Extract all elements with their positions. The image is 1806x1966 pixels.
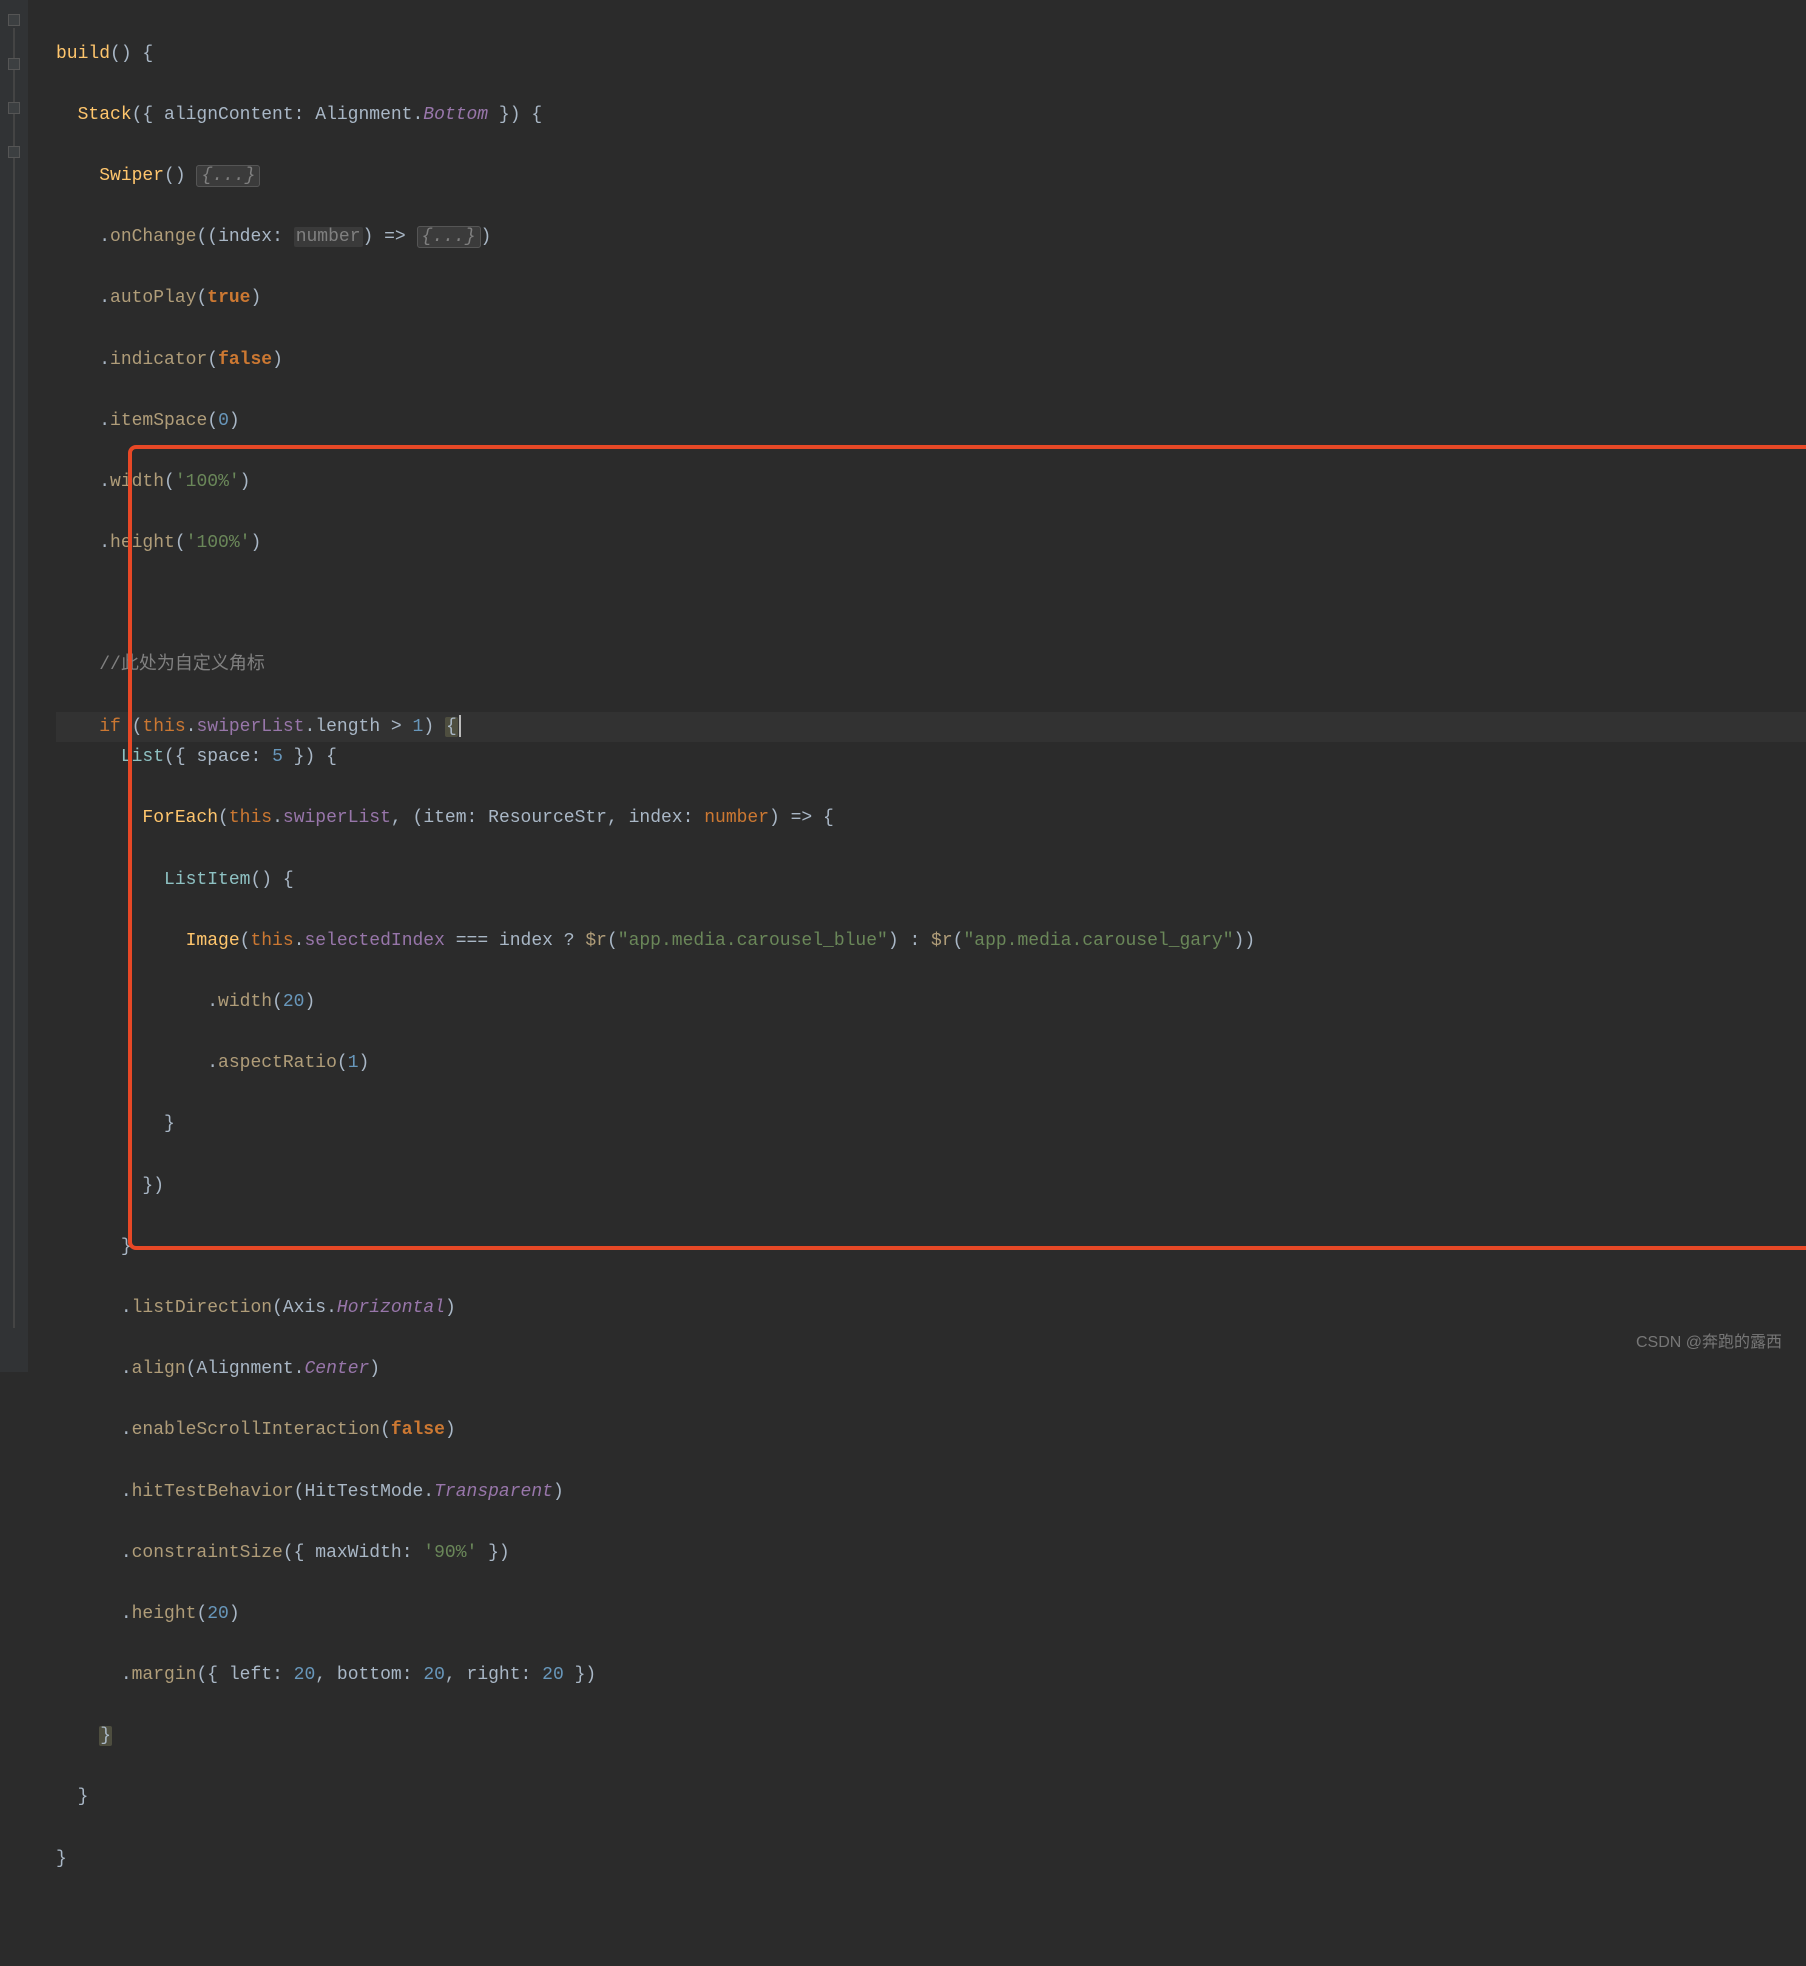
folded-region[interactable]: {...} xyxy=(417,226,481,248)
code-line: }) xyxy=(56,1171,1806,1202)
code-line: .enableScrollInteraction(false) xyxy=(56,1415,1806,1446)
gutter[interactable] xyxy=(0,0,28,1372)
code-line: } xyxy=(56,1109,1806,1140)
code-line xyxy=(56,589,1806,620)
code-line: .width('100%') xyxy=(56,467,1806,498)
code-line: .height(20) xyxy=(56,1599,1806,1630)
code-line: .itemSpace(0) xyxy=(56,406,1806,437)
code-line: } xyxy=(56,1844,1806,1875)
code-line: .width(20) xyxy=(56,987,1806,1018)
fold-handle[interactable] xyxy=(8,146,20,158)
code-line: List({ space: 5 }) { xyxy=(56,742,1806,773)
code-line: Stack({ alignContent: Alignment.Bottom }… xyxy=(56,100,1806,131)
code-editor[interactable]: build() { Stack({ alignContent: Alignmen… xyxy=(0,0,1806,1372)
code-line: .onChange((index: number) => {...}) xyxy=(56,222,1806,253)
code-line: } xyxy=(56,1782,1806,1813)
code-line: //此处为自定义角标 xyxy=(56,650,1806,681)
code-area[interactable]: build() { Stack({ alignContent: Alignmen… xyxy=(28,0,1806,1372)
watermark: CSDN @奔跑的露西 xyxy=(1636,1329,1782,1356)
code-line: .aspectRatio(1) xyxy=(56,1048,1806,1079)
code-line: } xyxy=(56,1721,1806,1752)
code-line: .indicator(false) xyxy=(56,345,1806,376)
code-line: .listDirection(Axis.Horizontal) xyxy=(56,1293,1806,1324)
code-line: .autoPlay(true) xyxy=(56,283,1806,314)
code-line: build() { xyxy=(56,39,1806,70)
code-line-current: if (this.swiperList.length > 1) { xyxy=(56,712,1806,743)
code-line: } xyxy=(56,1232,1806,1263)
code-line: .constraintSize({ maxWidth: '90%' }) xyxy=(56,1538,1806,1569)
code-line: ForEach(this.swiperList, (item: Resource… xyxy=(56,803,1806,834)
code-line: .hitTestBehavior(HitTestMode.Transparent… xyxy=(56,1477,1806,1508)
code-line: ListItem() { xyxy=(56,865,1806,896)
code-line: .height('100%') xyxy=(56,528,1806,559)
folded-region[interactable]: {...} xyxy=(196,165,260,187)
caret xyxy=(459,715,461,737)
fold-handle[interactable] xyxy=(8,58,20,70)
code-line: Image(this.selectedIndex === index ? $r(… xyxy=(56,926,1806,957)
fold-handle[interactable] xyxy=(8,14,20,26)
code-line: Swiper() {...} xyxy=(56,161,1806,192)
code-line: .margin({ left: 20, bottom: 20, right: 2… xyxy=(56,1660,1806,1691)
fold-handle[interactable] xyxy=(8,102,20,114)
code-line: .align(Alignment.Center) xyxy=(56,1354,1806,1385)
